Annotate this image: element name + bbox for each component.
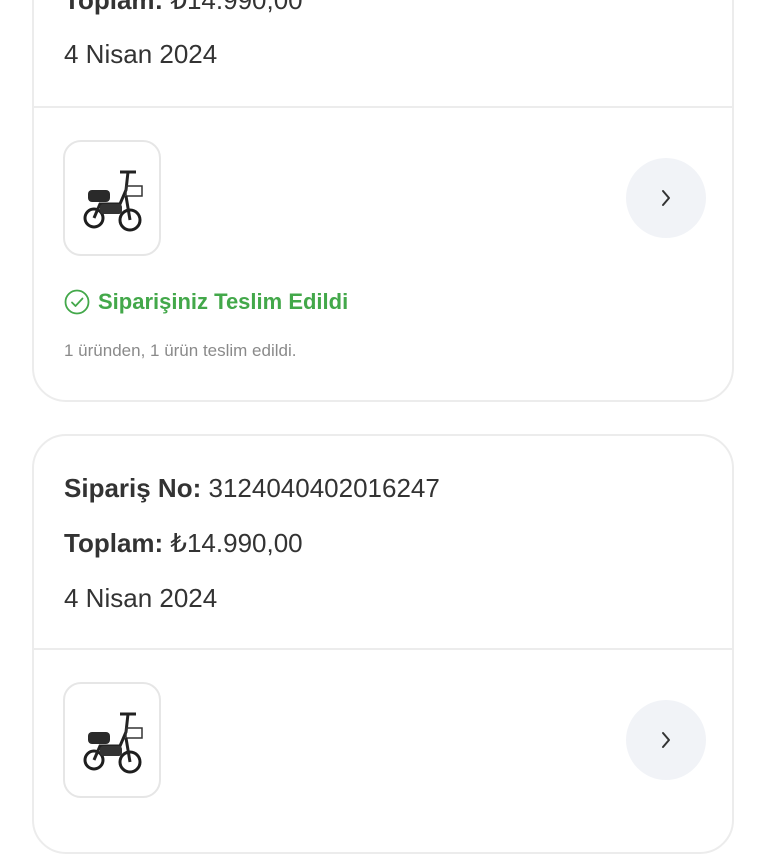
check-circle-icon [64,289,90,315]
order-detail-button[interactable] [626,700,706,780]
total-value: ₺14.990,00 [170,528,303,558]
scooter-image [83,712,143,774]
order-total: Toplam: ₺14.990,00 [64,0,303,16]
chevron-right-icon [662,732,670,748]
product-thumbnail[interactable] [63,140,161,256]
order-date: 4 Nisan 2024 [64,583,218,613]
chevron-right-icon [662,190,670,206]
order-detail-button[interactable] [626,158,706,238]
order-summary: Toplam: ₺14.990,00 4 Nisan 2024 [34,0,732,108]
scooter-image [83,170,143,232]
order-card: Sipariş No: 3124040402016247 Toplam: ₺14… [32,434,734,854]
total-value: ₺14.990,00 [170,0,303,15]
order-no-value: 3124040402016247 [208,473,440,503]
delivery-status-detail: 1 üründen, 1 ürün teslim edildi. [64,341,297,360]
product-thumbnail[interactable] [63,682,161,798]
delivery-status: Siparişiniz Teslim Edildi [64,288,348,316]
total-label: Toplam: [64,528,164,558]
order-card: Toplam: ₺14.990,00 4 Nisan 2024 Siparişi… [32,0,734,402]
order-no-label: Sipariş No: [64,473,202,503]
delivery-status-text: Siparişiniz Teslim Edildi [98,289,349,314]
total-label: Toplam: [64,0,164,15]
order-total: Toplam: ₺14.990,00 [64,527,303,559]
order-date: 4 Nisan 2024 [64,39,218,69]
order-summary: Sipariş No: 3124040402016247 Toplam: ₺14… [34,436,732,650]
order-number: Sipariş No: 3124040402016247 [64,472,440,504]
